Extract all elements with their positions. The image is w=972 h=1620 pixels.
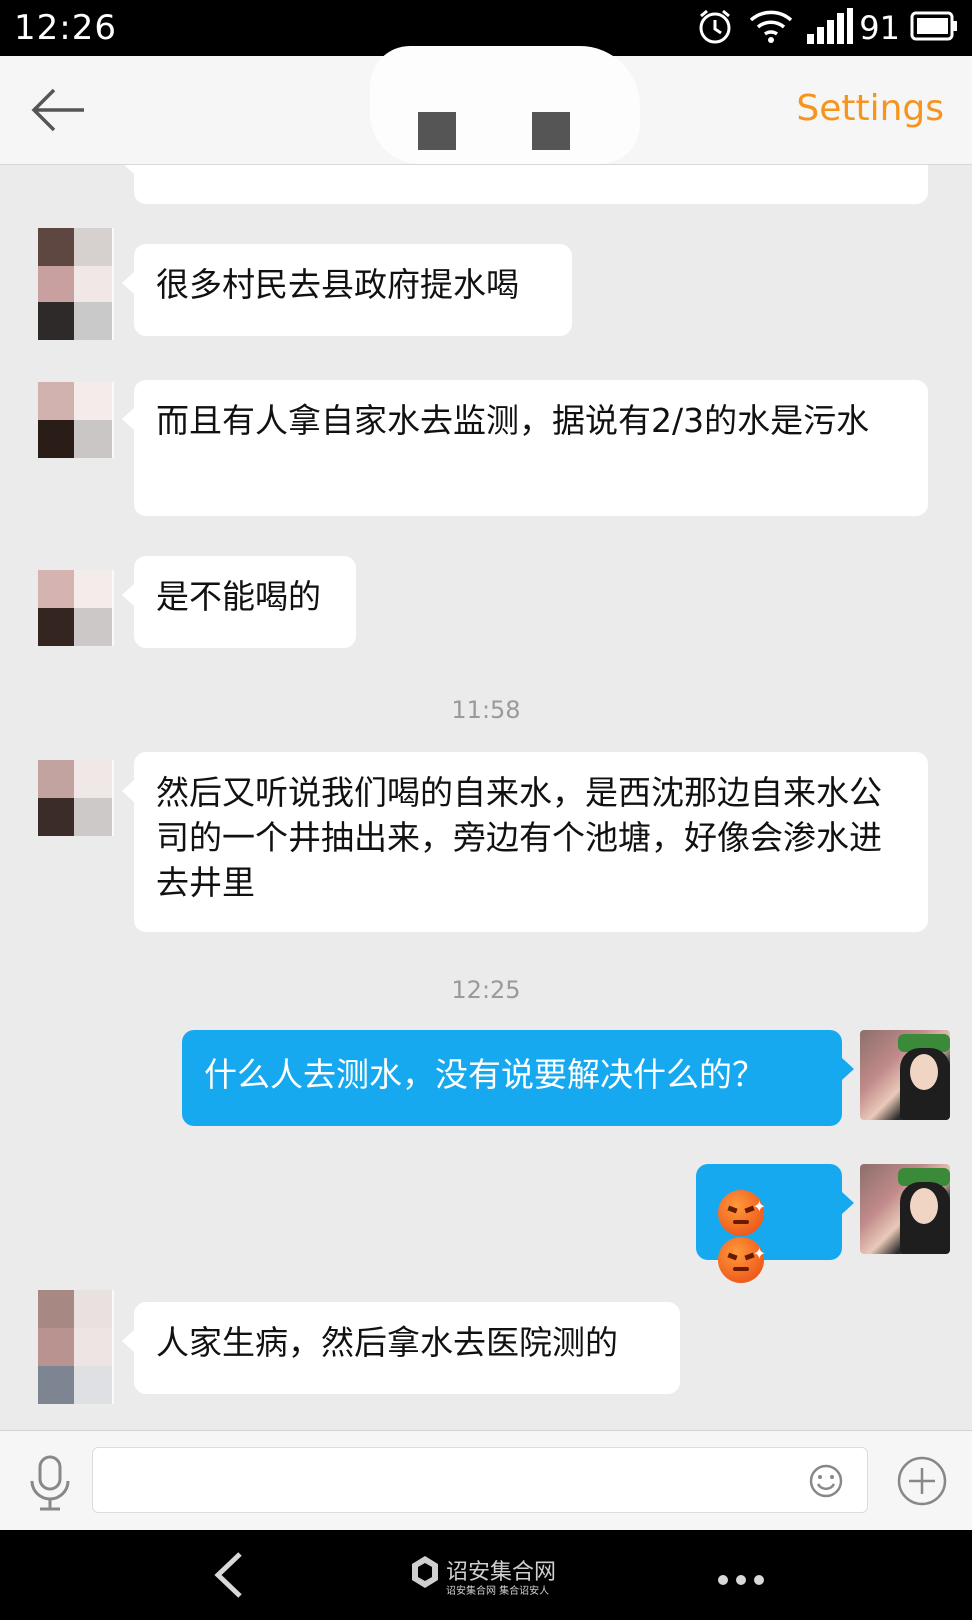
angry-face-icon: ✦ [718,1237,766,1283]
emoji-button[interactable] [808,1463,844,1499]
self-avatar[interactable] [860,1030,950,1120]
message-bubble[interactable]: 很多村民去县政府提水喝 [122,244,572,336]
nav-back-button[interactable] [210,1550,246,1600]
system-nav-bar: 诏安集合网 诏安集合网 集合诏安人 [0,1530,972,1620]
battery-level: 91 [859,9,900,47]
message-bubble[interactable]: 人家生病，然后拿水去医院测的 [122,1302,680,1394]
status-time: 12:26 [14,8,117,48]
voice-input-button[interactable] [28,1453,72,1513]
message-text: 什么人去测水，没有说要解决什么的？ [204,1055,765,1094]
nav-menu-button[interactable] [718,1570,772,1589]
alarm-icon [695,6,735,50]
message-bubble[interactable]: 而且有人拿自家水去监测，据说有2/3的水是污水 [122,380,928,516]
more-options-button[interactable] [896,1455,948,1507]
message-bubble[interactable]: 是不能喝的 [122,556,356,648]
back-arrow-icon [31,88,84,132]
message-list[interactable]: 很多村民去县政府提水喝 而且有人拿自家水去监测，据说有2/3的水是污水 是不能喝… [0,164,972,1430]
message-text: 很多村民去县政府提水喝 [156,265,519,304]
message-bubble-outgoing[interactable]: ✦ ✦ [696,1164,854,1283]
message-text: 然后又听说我们喝的自来水，是西沈那边自来水公司的一个井抽出来，旁边有个池塘，好像… [156,773,882,902]
dot-icon [754,1575,764,1585]
timestamp: 11:58 [451,696,521,724]
watermark-logo-icon [412,1556,438,1588]
message-input[interactable] [92,1447,868,1513]
chat-header: Settings [0,46,972,165]
input-bar [0,1430,972,1531]
message-text: 而且有人拿自家水去监测，据说有2/3的水是污水 [156,401,870,440]
smiley-icon [809,1464,843,1498]
message-text: 是不能喝的 [156,577,321,616]
microphone-icon [30,1455,70,1511]
angry-face-icon: ✦ [718,1189,766,1236]
dot-icon [718,1575,728,1585]
contact-name-redacted [370,46,640,164]
plus-circle-icon [897,1456,947,1506]
timestamp: 12:25 [451,976,521,1004]
settings-button[interactable]: Settings [796,88,944,129]
dot-icon [736,1575,746,1585]
message-bubble-clipped[interactable] [122,164,928,204]
battery-icon [910,11,958,45]
message-text: 人家生病，然后拿水去医院测的 [156,1323,618,1362]
signal-icon [807,8,854,48]
message-bubble[interactable]: 然后又听说我们喝的自来水，是西沈那边自来水公司的一个井抽出来，旁边有个池塘，好像… [122,752,928,932]
back-button[interactable] [28,86,88,134]
watermark: 诏安集合网 诏安集合网 集合诏安人 [410,1554,556,1597]
chevron-left-icon [214,1552,242,1598]
self-avatar[interactable] [860,1164,950,1254]
wifi-icon [749,8,793,48]
message-bubble-outgoing[interactable]: 什么人去测水，没有说要解决什么的？ [182,1030,854,1126]
